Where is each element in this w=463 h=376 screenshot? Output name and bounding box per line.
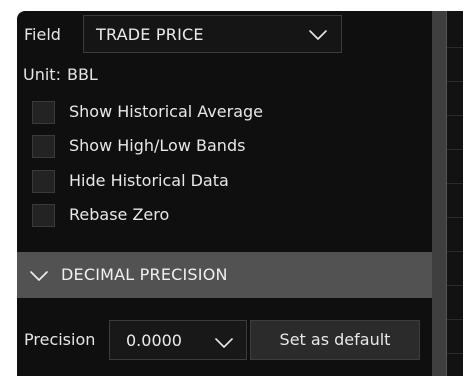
checkbox[interactable] [32, 204, 55, 227]
field-label: Field [24, 25, 61, 44]
grid-line [447, 285, 463, 286]
option-hide-historical-data[interactable]: Hide Historical Data [32, 170, 332, 194]
option-show-high-low-bands[interactable]: Show High/Low Bands [32, 135, 332, 159]
decimal-precision-section-header[interactable]: DECIMAL PRECISION [17, 252, 432, 298]
grid-line [447, 183, 463, 184]
grid-line [447, 217, 463, 218]
checkbox[interactable] [32, 101, 55, 124]
grid-line [447, 251, 463, 252]
field-select-value: TRADE PRICE [96, 25, 204, 44]
checkbox[interactable] [32, 170, 55, 193]
chevron-down-icon [30, 271, 48, 281]
unit-line: Unit: BBL [23, 65, 104, 84]
grid-line [447, 319, 463, 320]
precision-select[interactable]: 0.0000 [109, 320, 247, 360]
precision-label: Precision [24, 330, 96, 349]
chevron-down-icon [215, 338, 233, 348]
screenshot-stage: Field TRADE PRICE Unit: BBL Show Historic… [0, 0, 463, 376]
option-label: Rebase Zero [69, 205, 170, 224]
unit-value: BBL [66, 65, 98, 84]
grid-line [447, 115, 463, 116]
option-rebase-zero[interactable]: Rebase Zero [32, 204, 332, 228]
checkbox[interactable] [32, 135, 55, 158]
option-label: Show High/Low Bands [69, 136, 246, 155]
grid-line [447, 353, 463, 354]
chevron-down-icon [309, 30, 327, 40]
settings-panel: Field TRADE PRICE Unit: BBL Show Historic… [17, 11, 463, 376]
unit-label: Unit: [23, 65, 61, 84]
grid-line [447, 81, 463, 82]
section-title: DECIMAL PRECISION [61, 265, 228, 284]
precision-select-value: 0.0000 [126, 331, 182, 350]
panel-splitter[interactable] [432, 11, 447, 376]
grid-line [447, 47, 463, 48]
option-label: Hide Historical Data [69, 171, 229, 190]
option-show-historical-average[interactable]: Show Historical Average [32, 101, 332, 125]
option-label: Show Historical Average [69, 102, 263, 121]
adjacent-grid-strip [447, 11, 463, 376]
grid-line [447, 149, 463, 150]
set-as-default-button[interactable]: Set as default [250, 320, 420, 360]
field-select[interactable]: TRADE PRICE [83, 15, 342, 53]
